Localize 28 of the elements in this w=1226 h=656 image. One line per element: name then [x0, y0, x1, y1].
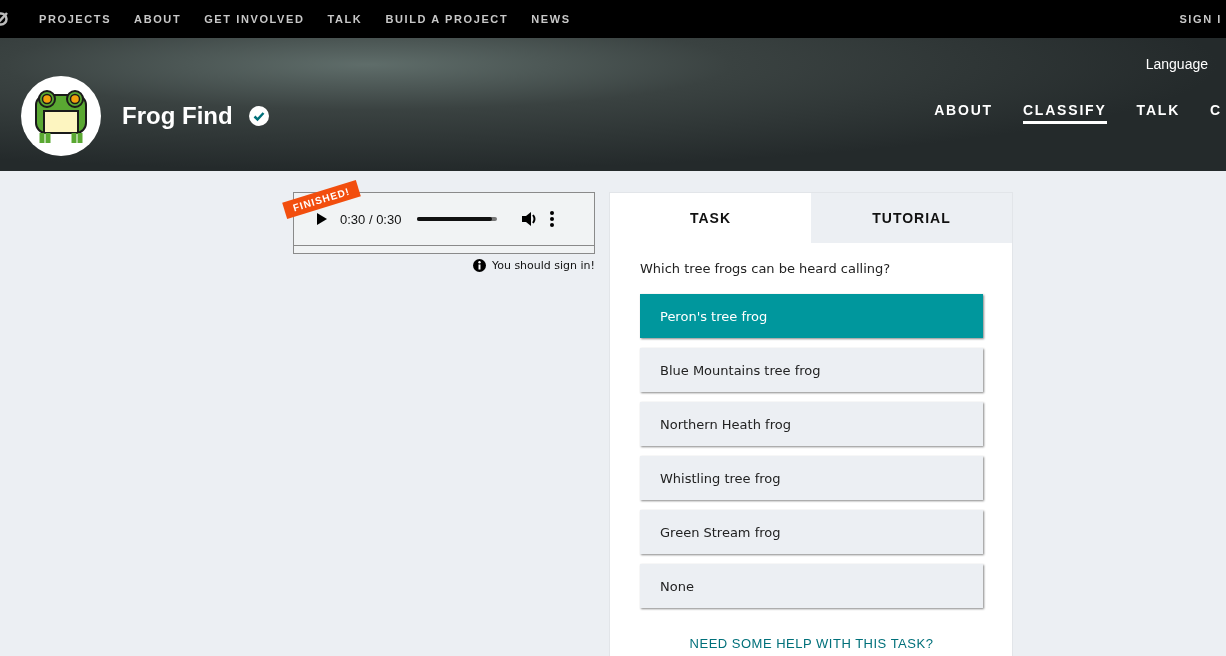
- project-nav-tab[interactable]: C: [1210, 102, 1222, 124]
- nav-link[interactable]: PROJECTS: [39, 13, 112, 25]
- answer-option[interactable]: Green Stream frog: [640, 510, 983, 554]
- answer-option[interactable]: Peron's tree frog: [640, 294, 983, 338]
- project-title: Frog Find: [122, 101, 233, 130]
- panel-tab[interactable]: TUTORIAL: [811, 193, 1012, 243]
- more-options-icon[interactable]: [550, 211, 555, 227]
- nav-link[interactable]: ABOUT: [134, 13, 182, 25]
- audio-progress-bar[interactable]: [417, 217, 498, 221]
- nav-link[interactable]: BUILD A PROJECT: [385, 13, 509, 25]
- nav-link[interactable]: NEWS: [531, 13, 571, 25]
- language-selector[interactable]: Language: [1145, 56, 1208, 72]
- project-nav-tab[interactable]: CLASSIFY: [1022, 102, 1107, 124]
- nav-link[interactable]: GET INVOLVED: [204, 13, 305, 25]
- nav-link[interactable]: TALK: [327, 13, 363, 25]
- project-nav-tab[interactable]: TALK: [1136, 102, 1181, 124]
- answer-option[interactable]: Northern Heath frog: [640, 402, 983, 446]
- answer-option[interactable]: Whistling tree frog: [640, 456, 983, 500]
- site-logo-icon[interactable]: [0, 11, 10, 27]
- project-nav-tab[interactable]: ABOUT: [934, 102, 993, 124]
- task-question: Which tree frogs can be heard calling?: [640, 261, 892, 276]
- play-icon[interactable]: [316, 212, 328, 226]
- answer-option[interactable]: Blue Mountains tree frog: [640, 348, 983, 392]
- help-link[interactable]: NEED SOME HELP WITH THIS TASK?: [689, 636, 934, 651]
- info-icon: [472, 259, 486, 272]
- sign-in-notice: You should sign in!: [491, 259, 595, 272]
- answer-option[interactable]: None: [640, 564, 983, 608]
- sign-in-link[interactable]: SIGN I: [1179, 13, 1222, 25]
